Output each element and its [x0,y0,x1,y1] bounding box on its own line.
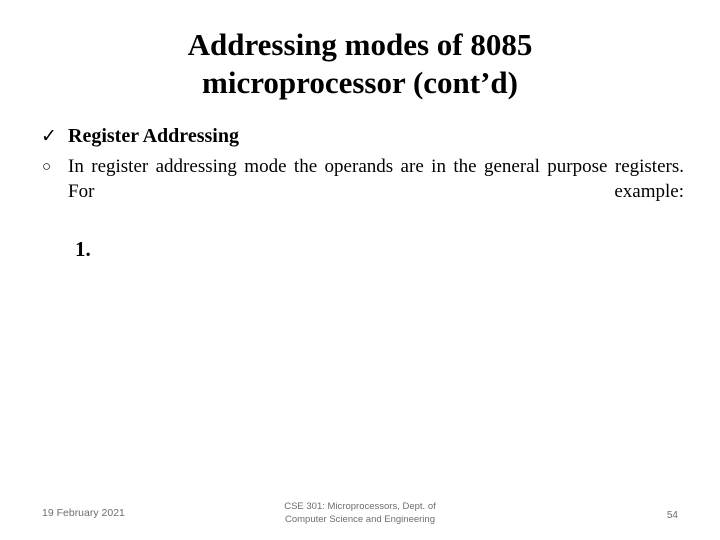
footer-course-line-2: Computer Science and Engineering [285,513,435,525]
footer-course-info: CSE 301: Microprocessors, Dept. of Compu… [180,501,540,526]
footer-date: 19 February 2021 [42,507,125,519]
slide-title-line-1: Addressing modes of 8085 [187,27,533,62]
bullet-label-description: In register addressing mode the operands… [68,156,684,202]
check-mark-icon: ✓ [41,126,57,147]
slide-footer: 19 February 2021 CSE 301: Microprocessor… [0,498,720,540]
slide-title: Addressing modes of 8085 microprocessor … [36,26,684,102]
bullet-item-description: ○ In register addressing mode the operan… [36,154,684,229]
slide-body: ✓ Register Addressing ○ In register addr… [36,124,684,229]
footer-page-number: 54 [666,510,678,521]
bullet-item-register-addressing: ✓ Register Addressing [36,124,684,149]
slide-canvas: Addressing modes of 8085 microprocessor … [0,0,720,540]
bullet-label-register-addressing: Register Addressing [68,125,239,147]
numbered-list-item-1: 1. [75,237,91,261]
hollow-circle-icon: ○ [42,159,52,175]
footer-course-line-1: CSE 301: Microprocessors, Dept. of [284,501,436,512]
slide-title-line-2: microprocessor (cont’d) [202,65,518,100]
